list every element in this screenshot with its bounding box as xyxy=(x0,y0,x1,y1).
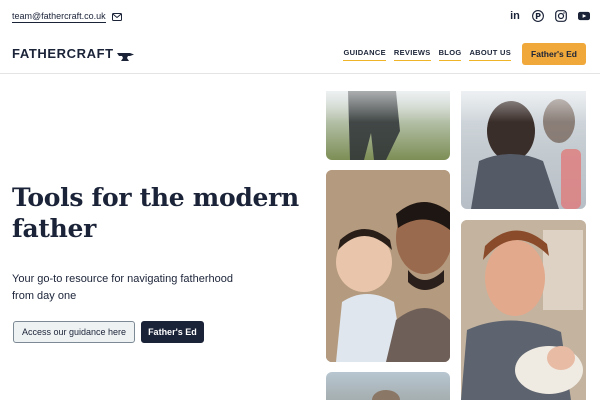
top-bar: team@fathercraft.co.uk in P xyxy=(0,0,600,34)
fathers-ed-button[interactable]: Father's Ed xyxy=(141,321,204,343)
access-guidance-button[interactable]: Access our guidance here xyxy=(13,321,136,343)
contact-email[interactable]: team@fathercraft.co.uk xyxy=(12,11,122,23)
hero-subtitle: Your go-to resource for navigating fathe… xyxy=(12,273,233,302)
social-links: in P xyxy=(509,10,590,22)
nav-item-blog[interactable]: BLOG xyxy=(438,48,462,61)
nav-item-about-us[interactable]: ABOUT US xyxy=(469,48,512,61)
hero-buttons: Access our guidance here Father's Ed xyxy=(13,321,204,343)
mail-icon xyxy=(111,13,122,21)
photo-father-and-child-close xyxy=(461,91,586,209)
nav-menu: GUIDANCE REVIEWS BLOG ABOUT US Father's … xyxy=(343,43,586,65)
main-navbar: FATHERCRAFT GUIDANCE REVIEWS BLOG ABOUT … xyxy=(0,34,600,74)
instagram-icon[interactable] xyxy=(555,10,567,22)
youtube-icon[interactable] xyxy=(578,10,590,22)
photo-father-with-newborn xyxy=(461,220,586,400)
fathers-ed-nav-button[interactable]: Father's Ed xyxy=(522,43,586,65)
nav-item-reviews[interactable]: REVIEWS xyxy=(393,48,431,61)
nav-item-guidance[interactable]: GUIDANCE xyxy=(343,48,386,61)
photo-father-holding-baby xyxy=(326,170,450,362)
linkedin-icon[interactable]: in xyxy=(509,10,521,22)
photo-father-standing xyxy=(326,91,450,160)
pinterest-glyph: P xyxy=(535,12,541,21)
pinterest-icon[interactable]: P xyxy=(532,10,544,22)
contact-email-link[interactable]: team@fathercraft.co.uk xyxy=(12,11,106,23)
linkedin-glyph: in xyxy=(510,10,520,22)
brand-logo[interactable]: FATHERCRAFT xyxy=(12,46,135,61)
photo-outdoor-partial xyxy=(326,372,450,400)
hero-title: Tools for the modern father xyxy=(12,183,299,243)
brand-name: FATHERCRAFT xyxy=(12,46,114,61)
anvil-icon xyxy=(116,49,135,61)
